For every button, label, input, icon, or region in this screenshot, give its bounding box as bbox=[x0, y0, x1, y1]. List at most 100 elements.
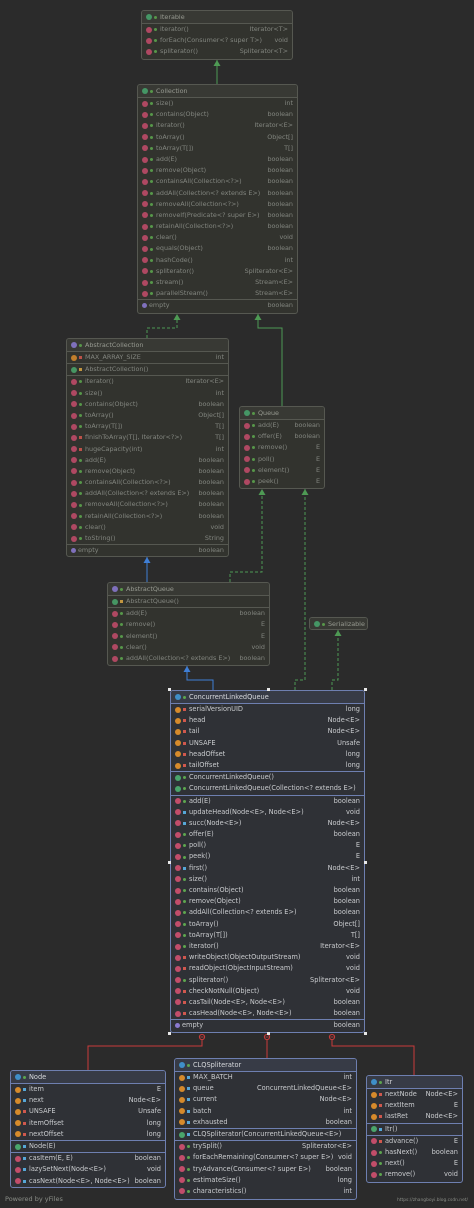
class-header[interactable]: Node bbox=[11, 1071, 165, 1083]
member-row[interactable]: forEach(Consumer<? super T>) void bbox=[142, 35, 292, 46]
member-row[interactable]: clear() void bbox=[138, 232, 297, 243]
member-row[interactable]: toArray(T[]) T[] bbox=[67, 421, 228, 432]
member-row[interactable]: CLQSpliterator(ConcurrentLinkedQueue<E>) bbox=[175, 1129, 356, 1140]
member-row[interactable]: batch int bbox=[175, 1106, 356, 1117]
member-row[interactable]: add(E) boolean bbox=[240, 420, 324, 431]
member-row[interactable]: exhausted boolean bbox=[175, 1117, 356, 1128]
member-row[interactable]: retainAll(Collection<?>) boolean bbox=[138, 221, 297, 232]
class-box-concurrent-linked-queue[interactable]: ConcurrentLinkedQueue serialVersionUID lon… bbox=[170, 690, 365, 1033]
member-row[interactable]: size() int bbox=[67, 388, 228, 399]
member-row[interactable]: element() E bbox=[108, 631, 269, 642]
member-row[interactable]: iterator() Iterator<E> bbox=[171, 941, 364, 952]
member-row[interactable]: addAll(Collection<? extends E>) boolean bbox=[171, 907, 364, 918]
member-row[interactable]: empty boolean bbox=[171, 1020, 364, 1031]
member-row[interactable]: remove(Object) boolean bbox=[171, 896, 364, 907]
class-header[interactable]: AbstractCollection bbox=[67, 339, 228, 351]
member-row[interactable]: peek() E bbox=[171, 851, 364, 862]
member-row[interactable]: nextOffset long bbox=[11, 1129, 165, 1140]
class-header[interactable]: CLQSpliterator bbox=[175, 1059, 356, 1071]
member-row[interactable]: equals(Object) boolean bbox=[138, 243, 297, 254]
member-row[interactable]: add(E) boolean bbox=[67, 455, 228, 466]
class-box-clqspliterator[interactable]: CLQSpliterator MAX_BATCH int queue Concurren… bbox=[174, 1058, 357, 1200]
member-row[interactable]: trySplit() Spliterator<E> bbox=[175, 1141, 356, 1152]
member-row[interactable]: iterator() Iterator<T> bbox=[142, 24, 292, 35]
class-header[interactable]: AbstractQueue bbox=[108, 583, 269, 595]
member-row[interactable]: poll() E bbox=[171, 840, 364, 851]
member-row[interactable]: offer(E) boolean bbox=[240, 431, 324, 442]
member-row[interactable]: remove() void bbox=[367, 1169, 462, 1180]
member-row[interactable]: UNSAFE Unsafe bbox=[171, 738, 364, 749]
member-row[interactable]: empty boolean bbox=[138, 300, 297, 311]
member-row[interactable]: first() Node<E> bbox=[171, 863, 364, 874]
member-row[interactable]: AbstractQueue() bbox=[108, 596, 269, 607]
member-row[interactable]: characteristics() int bbox=[175, 1186, 356, 1197]
member-row[interactable]: tryAdvance(Consumer<? super E>) boolean bbox=[175, 1164, 356, 1175]
member-row[interactable]: containsAll(Collection<?>) boolean bbox=[138, 176, 297, 187]
member-row[interactable]: addAll(Collection<? extends E>) boolean bbox=[138, 188, 297, 199]
class-header[interactable]: Iterable bbox=[142, 11, 292, 23]
member-row[interactable]: removeAll(Collection<?>) boolean bbox=[138, 199, 297, 210]
class-header[interactable]: Collection bbox=[138, 85, 297, 97]
resize-handle[interactable] bbox=[364, 1032, 367, 1035]
resize-handle[interactable] bbox=[364, 860, 367, 864]
class-box-abstract-collection[interactable]: AbstractCollection MAX_ARRAY_SIZE int Abstr… bbox=[66, 338, 229, 557]
member-row[interactable]: retainAll(Collection<?>) boolean bbox=[67, 511, 228, 522]
member-row[interactable]: serialVersionUID long bbox=[171, 704, 364, 715]
resize-handle[interactable] bbox=[266, 1032, 270, 1035]
member-row[interactable]: empty boolean bbox=[67, 545, 228, 556]
member-row[interactable]: readObject(ObjectInputStream) void bbox=[171, 963, 364, 974]
member-row[interactable]: toArray(T[]) T[] bbox=[138, 143, 297, 154]
member-row[interactable]: checkNotNull(Object) void bbox=[171, 986, 364, 997]
class-box-node[interactable]: Node item Enext Node<E> UNSAFE Unsafe itemOffs… bbox=[10, 1070, 166, 1188]
member-row[interactable]: add(E) boolean bbox=[171, 796, 364, 807]
member-row[interactable]: element() E bbox=[240, 465, 324, 476]
member-row[interactable]: headOffset long bbox=[171, 749, 364, 760]
class-box-iterable[interactable]: Iterable iterator() Iterator<T> forEach(Con… bbox=[141, 10, 293, 60]
class-header[interactable]: ConcurrentLinkedQueue bbox=[171, 691, 364, 703]
member-row[interactable]: head Node<E> bbox=[171, 715, 364, 726]
member-row[interactable]: item E bbox=[11, 1084, 165, 1095]
member-row[interactable]: remove(Object) boolean bbox=[138, 165, 297, 176]
resize-handle[interactable] bbox=[364, 688, 367, 691]
member-row[interactable]: removeIf(Predicate<? super E>) boolean bbox=[138, 210, 297, 221]
member-row[interactable]: succ(Node<E>) Node<E> bbox=[171, 818, 364, 829]
member-row[interactable]: AbstractCollection() bbox=[67, 364, 228, 375]
member-row[interactable]: toArray() Object[] bbox=[138, 132, 297, 143]
class-box-queue[interactable]: Queue add(E) boolean offer(E) boolean remove(… bbox=[239, 406, 325, 489]
member-row[interactable]: tailOffset long bbox=[171, 760, 364, 771]
member-row[interactable]: remove() E bbox=[108, 619, 269, 630]
member-row[interactable]: parallelStream() Stream<E> bbox=[138, 288, 297, 299]
member-row[interactable]: hasNext() boolean bbox=[367, 1147, 462, 1158]
member-row[interactable]: stream() Stream<E> bbox=[138, 277, 297, 288]
member-row[interactable]: casItem(E, E) boolean bbox=[11, 1153, 165, 1164]
member-row[interactable]: itemOffset long bbox=[11, 1118, 165, 1129]
member-row[interactable]: contains(Object) boolean bbox=[171, 885, 364, 896]
member-row[interactable]: forEachRemaining(Consumer<? super E>) voi… bbox=[175, 1152, 356, 1163]
class-header[interactable]: Queue bbox=[240, 407, 324, 419]
member-row[interactable]: contains(Object) boolean bbox=[67, 399, 228, 410]
member-row[interactable]: iterator() Iterator<E> bbox=[138, 120, 297, 131]
member-row[interactable]: queue ConcurrentLinkedQueue<E> bbox=[175, 1083, 356, 1094]
member-row[interactable]: hugeCapacity(int) int bbox=[67, 444, 228, 455]
member-row[interactable]: casTail(Node<E>, Node<E>) boolean bbox=[171, 997, 364, 1008]
member-row[interactable]: nextItem E bbox=[367, 1100, 462, 1111]
member-row[interactable]: lastRet Node<E> bbox=[367, 1111, 462, 1122]
member-row[interactable]: MAX_ARRAY_SIZE int bbox=[67, 352, 228, 363]
member-row[interactable]: Node(E) bbox=[11, 1141, 165, 1152]
class-header[interactable]: Serializable bbox=[310, 618, 367, 629]
resize-handle[interactable] bbox=[168, 1032, 171, 1035]
member-row[interactable]: hashCode() int bbox=[138, 255, 297, 266]
member-row[interactable]: clear() void bbox=[108, 642, 269, 653]
class-box-collection[interactable]: Collection size() int contains(Object) boole… bbox=[137, 84, 298, 314]
class-box-itr[interactable]: Itr nextNode Node<E> nextItem ElastRet Node<E… bbox=[366, 1075, 463, 1183]
member-row[interactable]: toString() String bbox=[67, 533, 228, 544]
member-row[interactable]: estimateSize() long bbox=[175, 1175, 356, 1186]
member-row[interactable]: addAll(Collection<? extends E>) boolean bbox=[67, 488, 228, 499]
member-row[interactable]: Itr() bbox=[367, 1124, 462, 1135]
member-row[interactable]: writeObject(ObjectOutputStream) void bbox=[171, 952, 364, 963]
member-row[interactable]: casHead(Node<E>, Node<E>) boolean bbox=[171, 1008, 364, 1019]
resize-handle[interactable] bbox=[168, 688, 171, 691]
member-row[interactable]: remove() E bbox=[240, 442, 324, 453]
member-row[interactable]: peek() E bbox=[240, 476, 324, 487]
member-row[interactable]: updateHead(Node<E>, Node<E>) void bbox=[171, 807, 364, 818]
